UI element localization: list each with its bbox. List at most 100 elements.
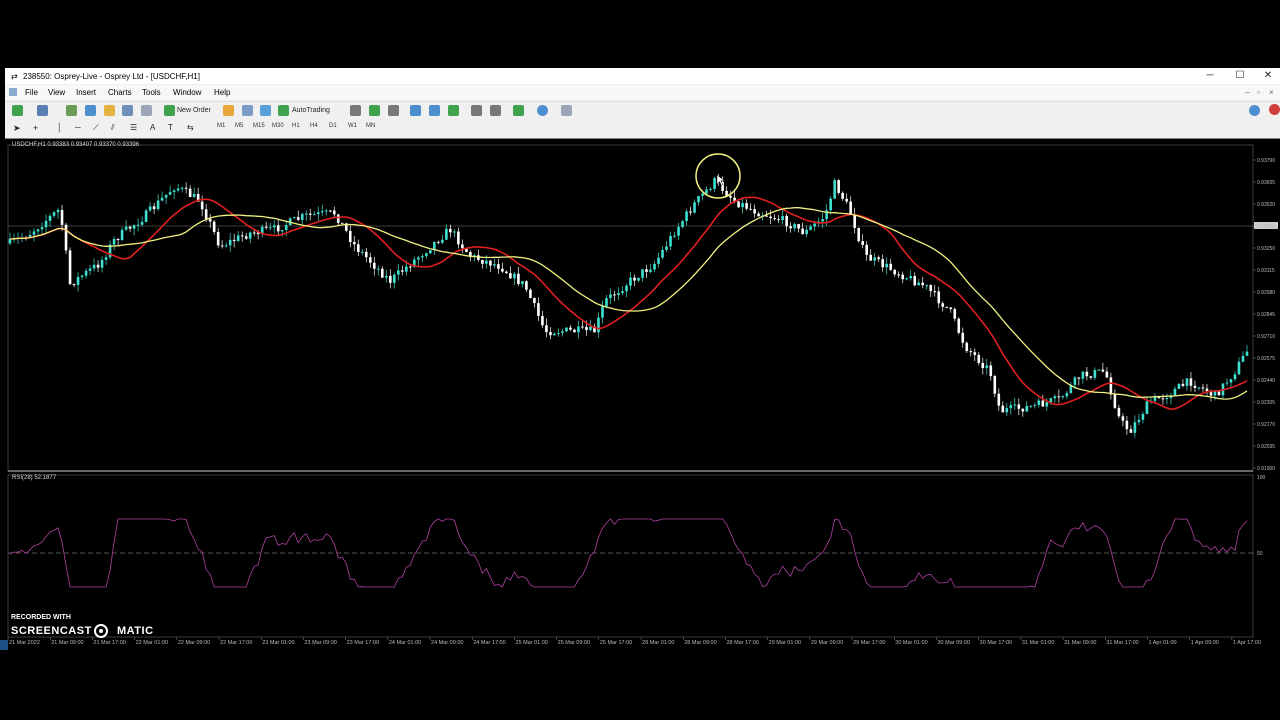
menu-view[interactable]: View [48, 88, 65, 97]
zoom-in-icon[interactable] [410, 105, 421, 116]
menu-charts[interactable]: Charts [108, 88, 132, 97]
bull-candle [589, 326, 592, 331]
bear-candle [461, 244, 464, 249]
bear-candle [204, 209, 208, 219]
bull-candle [673, 235, 676, 237]
templates-icon[interactable] [561, 105, 572, 116]
menu-insert[interactable]: Insert [76, 88, 96, 97]
timeframe-m30[interactable]: M30 [272, 123, 284, 129]
bear-candle [348, 230, 352, 243]
search-icon[interactable] [1249, 105, 1260, 116]
channel-icon[interactable]: ⫽ [111, 122, 115, 134]
menu-file[interactable]: File [25, 88, 38, 97]
bull-candle [693, 202, 696, 213]
bull-candle [272, 225, 276, 228]
minimize-button[interactable]: ─ [1195, 69, 1225, 83]
bear-candle [1217, 391, 1221, 396]
market-watch-icon[interactable] [66, 105, 77, 116]
indicators-icon[interactable] [513, 105, 524, 116]
profiles-icon[interactable] [37, 105, 48, 116]
autotrading-button[interactable]: AutoTrading [292, 105, 330, 117]
bear-candle [220, 245, 224, 247]
bear-candle [853, 214, 856, 228]
timeframe-m15[interactable]: M15 [253, 123, 265, 129]
new-chart-icon[interactable] [12, 105, 23, 116]
bear-candle [368, 257, 372, 263]
menu-tools[interactable]: Tools [142, 88, 161, 97]
timeframe-mn[interactable]: MN [366, 123, 375, 129]
date-tick-label: 25 Mar 01:00 [515, 640, 547, 646]
mdi-restore-button[interactable]: ▫ [1257, 88, 1260, 97]
text-label-icon[interactable]: T [168, 122, 173, 134]
arrows-icon[interactable]: ⇆ [187, 122, 194, 134]
autoscroll-icon[interactable] [490, 105, 501, 116]
bear-candle [401, 270, 404, 272]
bull-candle [453, 231, 456, 233]
price-tick-label: 0.93396 [1257, 224, 1275, 230]
timeframe-d1[interactable]: D1 [329, 123, 337, 129]
crosshair-icon[interactable]: + [33, 122, 38, 134]
price-chart[interactable]: 0.93790 0.93655 0.93520 0.93396 0.93250 0.931… [5, 139, 1280, 651]
tester-icon[interactable] [141, 105, 152, 116]
horizontal-line-icon[interactable]: ─ [75, 122, 81, 134]
trendline-icon[interactable]: ⟋ [93, 122, 99, 134]
maximize-button[interactable]: ☐ [1225, 69, 1255, 83]
timeframe-m1[interactable]: M1 [217, 123, 225, 129]
bull-candle [781, 215, 784, 221]
market-icon[interactable] [260, 105, 271, 116]
periods-icon[interactable] [537, 105, 548, 116]
text-icon[interactable]: A [150, 122, 155, 134]
tile-windows-icon[interactable] [448, 105, 459, 116]
timeframe-h1[interactable]: H1 [292, 123, 300, 129]
chart-shift-icon[interactable] [471, 105, 482, 116]
bear-candle [1105, 371, 1109, 378]
bear-candle [449, 228, 452, 233]
timeframe-h4[interactable]: H4 [310, 123, 318, 129]
date-tick-label: 22 Mar 17:00 [220, 640, 252, 646]
bull-candle [685, 211, 688, 222]
bull-candle [56, 209, 60, 213]
bull-candle [80, 275, 84, 277]
close-button[interactable]: ✕ [1253, 69, 1280, 83]
mdi-minimize-button[interactable]: – [1245, 88, 1249, 97]
bear-candle [997, 393, 1001, 406]
zoom-out-icon[interactable] [429, 105, 440, 116]
bear-candle [973, 352, 977, 355]
timeframe-w1[interactable]: W1 [348, 123, 357, 129]
new-order-button[interactable]: New Order [177, 105, 211, 117]
date-tick-label: 22 Mar 09:00 [178, 640, 210, 646]
terminal-icon[interactable] [122, 105, 133, 116]
line-chart-icon[interactable] [388, 105, 399, 116]
bull-candle [653, 263, 656, 270]
data-window-icon[interactable] [85, 105, 96, 116]
bull-candle [164, 194, 168, 198]
bar-chart-icon[interactable] [350, 105, 361, 116]
bull-candle [1045, 402, 1049, 407]
rsi-scale-level: 50 [1257, 551, 1263, 557]
bull-candle [925, 285, 929, 287]
bull-candle [360, 251, 364, 253]
bear-candle [689, 211, 692, 213]
bear-candle [1041, 400, 1045, 407]
title-bar[interactable]: ⇄ 238550: Osprey-Live - Osprey Ltd - [US… [5, 68, 1280, 84]
menu-window[interactable]: Window [173, 88, 201, 97]
date-tick-label: 23 Mar 17:00 [347, 640, 379, 646]
navigator-icon[interactable] [104, 105, 115, 116]
mdi-close-button[interactable]: × [1269, 88, 1274, 97]
fibonacci-icon[interactable]: ☰ [130, 122, 137, 134]
cursor-icon[interactable]: ➤ [13, 122, 21, 134]
mdi-icon[interactable] [9, 88, 17, 96]
bear-candle [757, 213, 760, 217]
bull-candle [641, 269, 644, 278]
bull-candle [1225, 382, 1229, 384]
metaeditor-icon[interactable] [223, 105, 234, 116]
vertical-line-icon[interactable]: │ [57, 122, 62, 134]
menu-help[interactable]: Help [214, 88, 230, 97]
candlesticks-icon[interactable] [369, 105, 380, 116]
chart-window[interactable]: 0.93790 0.93655 0.93520 0.93396 0.93250 0.931… [5, 138, 1280, 651]
notifications-icon[interactable] [1269, 104, 1280, 115]
signals-icon[interactable] [242, 105, 253, 116]
timeframe-m5[interactable]: M5 [235, 123, 243, 129]
bull-candle [905, 278, 909, 280]
bull-candle [493, 264, 496, 266]
